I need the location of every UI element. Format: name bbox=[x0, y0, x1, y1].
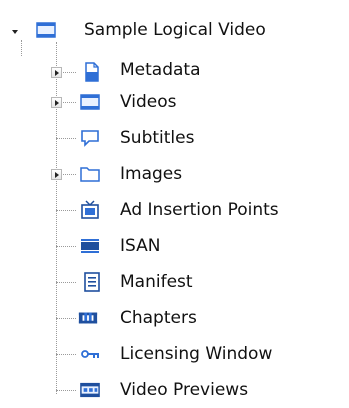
video-window-icon bbox=[36, 22, 56, 38]
tv-icon bbox=[81, 200, 99, 219]
expand-toggle[interactable] bbox=[51, 97, 62, 108]
tree-node-subtitles[interactable]: Subtitles bbox=[0, 120, 349, 156]
collapse-toggle[interactable] bbox=[10, 27, 21, 38]
filmstrip-icon bbox=[80, 382, 100, 398]
tree-node-label[interactable]: Subtitles bbox=[120, 128, 194, 148]
expand-toggle[interactable] bbox=[51, 67, 62, 78]
logical-video-tree: Sample Logical Video Metadata Videos Sub… bbox=[0, 0, 349, 402]
tree-node-label[interactable]: Manifest bbox=[120, 272, 193, 292]
key-icon bbox=[81, 350, 99, 358]
tree-node-label[interactable]: Videos bbox=[120, 92, 177, 112]
tree-node-root[interactable]: Sample Logical Video bbox=[0, 14, 349, 50]
tree-node-videos[interactable]: Videos bbox=[0, 84, 349, 120]
expand-toggle[interactable] bbox=[51, 169, 62, 180]
tree-node-chapters[interactable]: Chapters bbox=[0, 300, 349, 336]
tree-node-label[interactable]: Metadata bbox=[120, 60, 201, 80]
tree-node-label[interactable]: Licensing Window bbox=[120, 344, 272, 364]
tree-node-isan[interactable]: ISAN bbox=[0, 228, 349, 264]
list-icon bbox=[84, 272, 100, 292]
folder-icon bbox=[80, 167, 100, 182]
tree-node-label[interactable]: ISAN bbox=[120, 236, 160, 256]
speech-bubble-icon bbox=[81, 130, 99, 147]
tree-node-label[interactable]: Sample Logical Video bbox=[84, 20, 266, 40]
tree-node-licensing-window[interactable]: Licensing Window bbox=[0, 336, 349, 372]
document-icon bbox=[85, 62, 99, 82]
tree-node-label[interactable]: Chapters bbox=[120, 308, 197, 328]
tree-node-label[interactable]: Images bbox=[120, 164, 182, 184]
tree-node-video-previews[interactable]: Video Previews bbox=[0, 372, 349, 408]
video-window-icon bbox=[80, 94, 100, 110]
chapters-icon bbox=[78, 312, 98, 324]
tree-node-label[interactable]: Ad Insertion Points bbox=[120, 200, 279, 220]
tree-node-label[interactable]: Video Previews bbox=[120, 380, 248, 400]
tree-node-images[interactable]: Images bbox=[0, 156, 349, 192]
barcode-icon bbox=[81, 239, 99, 253]
tree-node-manifest[interactable]: Manifest bbox=[0, 264, 349, 300]
tree-node-ad-insertion-points[interactable]: Ad Insertion Points bbox=[0, 192, 349, 228]
